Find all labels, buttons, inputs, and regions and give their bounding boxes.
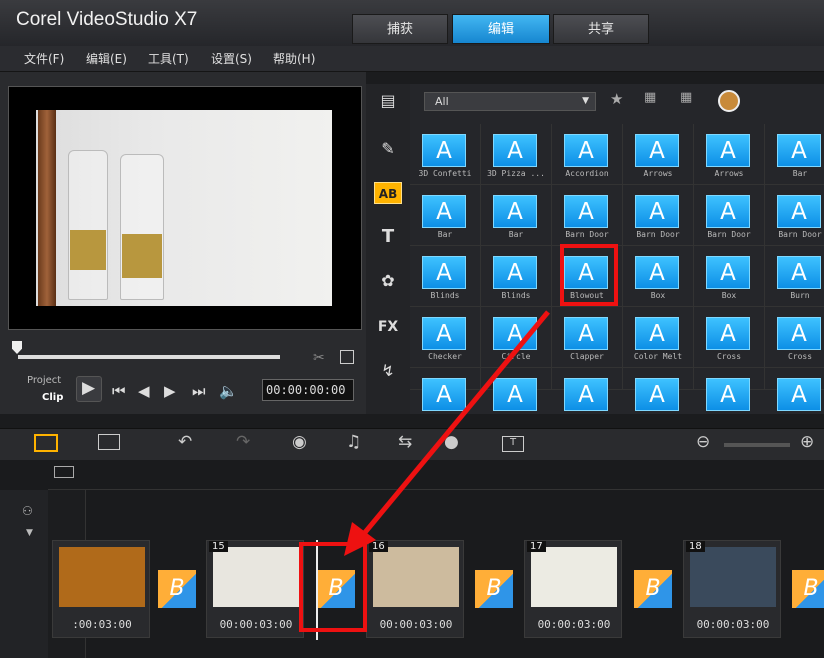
drag-arrow-icon <box>344 310 550 556</box>
videostudio-window: Corel VideoStudio X7 捕获 编辑 共享 文件(F) 编辑(E… <box>0 0 824 658</box>
